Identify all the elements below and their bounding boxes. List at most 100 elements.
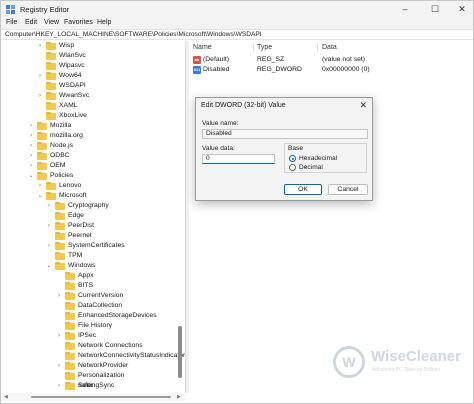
folder-icon bbox=[46, 192, 56, 200]
tree-item-label: Edge bbox=[68, 212, 84, 219]
base-label: Base bbox=[288, 145, 304, 152]
expand-arrow-icon[interactable]: › bbox=[28, 121, 34, 131]
folder-icon bbox=[46, 62, 56, 70]
folder-icon bbox=[46, 102, 56, 110]
window-title: Registry Editor bbox=[20, 5, 70, 14]
expand-arrow-icon[interactable]: › bbox=[56, 331, 62, 341]
expand-arrow-icon[interactable]: › bbox=[37, 41, 43, 51]
folder-icon bbox=[55, 232, 65, 240]
expand-arrow-icon[interactable]: › bbox=[46, 221, 52, 231]
hexadecimal-label[interactable]: Hexadecimal bbox=[299, 155, 337, 162]
folder-icon bbox=[46, 112, 56, 120]
dialog-close-icon[interactable]: ✕ bbox=[359, 100, 367, 111]
collapse-arrow-icon[interactable]: ⌄ bbox=[28, 171, 34, 181]
hexadecimal-radio[interactable] bbox=[289, 155, 296, 162]
value-data-field[interactable]: 0 bbox=[202, 154, 275, 164]
tree-item-label: EnhancedStorageDevices bbox=[78, 312, 157, 319]
address-bar[interactable]: Computer\HKEY_LOCAL_MACHINE\SOFTWARE\Pol… bbox=[1, 29, 473, 40]
tree-item-label: Appx bbox=[78, 272, 94, 279]
tree-item-label: DataCollection bbox=[78, 302, 123, 309]
menu-help[interactable]: Help bbox=[97, 19, 111, 26]
tree-item-label: Lenovo bbox=[59, 182, 82, 189]
tree-item-label: BITS bbox=[78, 282, 94, 289]
column-separator[interactable] bbox=[317, 43, 318, 52]
folder-icon bbox=[65, 302, 75, 310]
title-bar: Registry Editor – ☐ ✕ bbox=[1, 1, 473, 18]
value-name: (Default) bbox=[203, 56, 230, 63]
dialog-title: Edit DWORD (32-bit) Value bbox=[201, 102, 286, 109]
folder-icon bbox=[46, 92, 56, 100]
value-type: REG_DWORD bbox=[257, 66, 302, 73]
folder-icon bbox=[65, 312, 75, 320]
folder-icon bbox=[37, 132, 47, 140]
column-header-name[interactable]: Name bbox=[193, 44, 212, 51]
column-header-data[interactable]: Data bbox=[322, 44, 337, 51]
registry-editor-window: Registry Editor – ☐ ✕ File Edit View Fav… bbox=[0, 0, 474, 404]
folder-icon bbox=[65, 272, 75, 280]
menu-file[interactable]: File bbox=[6, 19, 17, 26]
column-header-type[interactable]: Type bbox=[257, 44, 272, 51]
decimal-label[interactable]: Decimal bbox=[299, 164, 323, 171]
scroll-left-icon[interactable]: ◀ bbox=[4, 394, 8, 400]
tree-item-label: Wisp bbox=[59, 42, 75, 49]
wisecleaner-watermark: W WiseCleaner Advanced PC Tune-up Utilit… bbox=[333, 343, 461, 385]
value-data: (value not set) bbox=[322, 56, 366, 63]
tree-item-label: NetworkConnectivityStatusIndicator bbox=[78, 352, 185, 359]
menu-bar: File Edit View Favorites Help bbox=[1, 18, 473, 29]
address-path[interactable]: Computer\HKEY_LOCAL_MACHINE\SOFTWARE\Pol… bbox=[5, 31, 262, 38]
expand-arrow-icon[interactable]: › bbox=[28, 131, 34, 141]
scroll-right-icon[interactable]: ▶ bbox=[177, 394, 181, 400]
watermark-name: WiseCleaner bbox=[371, 348, 461, 365]
tree-item-label: Personalization bbox=[78, 372, 125, 379]
watermark-logo-icon: W bbox=[333, 346, 365, 378]
expand-arrow-icon[interactable]: › bbox=[56, 381, 62, 391]
folder-icon bbox=[46, 52, 56, 60]
value-row[interactable]: ab (Default) REG_SZ (value not set) bbox=[189, 55, 473, 65]
folder-icon bbox=[65, 362, 75, 370]
tree-item-label: Policies bbox=[50, 172, 74, 179]
expand-arrow-icon[interactable]: › bbox=[28, 151, 34, 161]
folder-icon bbox=[65, 382, 75, 390]
tree-item-label: Microsoft bbox=[59, 192, 87, 199]
menu-favorites[interactable]: Favorites bbox=[64, 19, 93, 26]
menu-edit[interactable]: Edit bbox=[25, 19, 37, 26]
close-button[interactable]: ✕ bbox=[453, 3, 471, 16]
tree-vertical-scrollbar[interactable] bbox=[178, 326, 182, 378]
folder-icon bbox=[46, 42, 56, 50]
decimal-radio[interactable] bbox=[289, 164, 296, 171]
tree-item-label: Wlpasvc bbox=[59, 62, 85, 69]
folder-icon bbox=[65, 342, 75, 350]
tree-item-label: Cryptography bbox=[68, 202, 109, 209]
expand-arrow-icon[interactable]: › bbox=[46, 201, 52, 211]
ok-button[interactable]: OK bbox=[284, 184, 322, 195]
tree-item-label: mozilla.org bbox=[50, 132, 83, 139]
folder-icon bbox=[65, 372, 75, 380]
expand-arrow-icon[interactable]: › bbox=[37, 181, 43, 191]
value-row[interactable]: 011 Disabled REG_DWORD 0x00000000 (0) bbox=[189, 65, 473, 75]
tree-item-label: Network Connections bbox=[78, 342, 143, 349]
maximize-button[interactable]: ☐ bbox=[426, 3, 444, 16]
expand-arrow-icon[interactable]: › bbox=[28, 141, 34, 151]
tree-horizontal-scrollbar[interactable] bbox=[31, 396, 171, 398]
tree-item-label: OEM bbox=[50, 162, 66, 169]
tree-item-label: WlanSvc bbox=[59, 52, 86, 59]
value-name-field[interactable]: Disabled bbox=[202, 129, 368, 139]
menu-view[interactable]: View bbox=[44, 19, 59, 26]
tree-item-label: IPSec bbox=[78, 332, 97, 339]
column-separator[interactable] bbox=[253, 43, 254, 52]
expand-arrow-icon[interactable]: › bbox=[37, 71, 43, 81]
expand-arrow-icon[interactable]: › bbox=[28, 161, 34, 171]
tree-item-label: Mozilla bbox=[50, 122, 72, 129]
collapse-arrow-icon[interactable]: ⌄ bbox=[37, 191, 43, 201]
minimize-button[interactable]: – bbox=[396, 3, 414, 16]
cancel-button[interactable]: Cancel bbox=[328, 184, 368, 195]
folder-icon bbox=[55, 242, 65, 250]
edit-dword-dialog: Edit DWORD (32-bit) Value ✕ Value name: … bbox=[195, 97, 373, 201]
expand-arrow-icon[interactable]: › bbox=[46, 241, 52, 251]
expand-arrow-icon[interactable]: › bbox=[56, 361, 62, 371]
expand-arrow-icon[interactable]: › bbox=[37, 91, 43, 101]
expand-arrow-icon[interactable]: › bbox=[56, 291, 62, 301]
key-tree-pane[interactable]: › Wisp WlanSvc Wlpasvc › Wow64 WSDAPI › bbox=[1, 41, 185, 393]
folder-icon bbox=[37, 152, 47, 160]
collapse-arrow-icon[interactable]: ⌄ bbox=[46, 261, 52, 271]
